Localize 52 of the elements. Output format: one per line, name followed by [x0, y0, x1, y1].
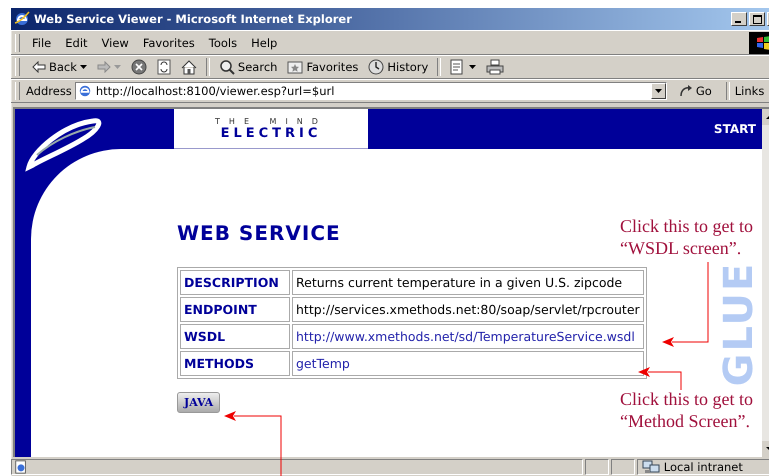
maximize-button[interactable] — [749, 12, 765, 26]
star-folder-icon — [287, 60, 304, 74]
clock-icon — [368, 59, 384, 75]
caret-icon — [654, 89, 662, 93]
table-cell: http://services.xmethods.net:80/soap/servlet/rpcrouter — [292, 297, 644, 322]
menu-item[interactable]: Edit — [59, 36, 96, 50]
page-heading: WEB SERVICE — [177, 221, 341, 245]
link[interactable]: http://www.xmethods.net/sd/TemperatureService.wsdl — [296, 329, 635, 344]
caret-icon — [469, 65, 476, 69]
search-button[interactable]: Search — [214, 58, 282, 76]
field-label: WSDL — [180, 324, 290, 349]
field-label: METHODS — [180, 351, 290, 376]
back-arrow-icon — [32, 61, 46, 73]
status-pane — [584, 459, 609, 475]
forward-arrow-icon — [96, 61, 111, 73]
menu-item[interactable]: View — [96, 36, 137, 50]
table-cell: Returns current temperature in a given U.S. zipcode — [292, 270, 644, 295]
field-label: DESCRIPTION — [180, 270, 290, 295]
links-button[interactable]: Links — [734, 84, 764, 98]
start-link[interactable]: START — [714, 122, 756, 136]
java-button[interactable]: JAVA — [177, 392, 220, 413]
logo-text: ELECTRIC — [220, 126, 322, 140]
menu-item[interactable]: Tools — [202, 36, 246, 50]
favorites-button[interactable]: Favorites — [283, 59, 362, 75]
link[interactable]: getTemp — [296, 356, 350, 371]
leader-line — [638, 367, 682, 390]
browser-icon — [14, 11, 30, 27]
go-arrow-icon — [678, 84, 693, 98]
zone-label: Local intranet — [664, 460, 743, 474]
page-icon — [78, 84, 92, 98]
menu-item[interactable]: File — [26, 36, 60, 50]
caret-icon — [114, 65, 121, 69]
callout-text: Click this to get to “Method Screen”. — [620, 388, 753, 432]
status-pane — [610, 459, 635, 475]
dropdown-button[interactable] — [650, 83, 666, 99]
callout-text: Click this to get to “WSDL screen”. — [620, 215, 753, 259]
watermark-text: GLUE — [723, 262, 755, 386]
menu-item[interactable]: Favorites — [136, 36, 203, 50]
history-button[interactable]: History — [364, 58, 432, 76]
address-field[interactable]: http://localhost:8100/viewer.esp?url=$url — [74, 82, 667, 100]
window-title: Web Service Viewer - Microsoft Internet Explorer — [34, 12, 352, 26]
leader-line — [224, 411, 282, 476]
minimize-button[interactable] — [731, 12, 747, 26]
back-button[interactable]: Back — [28, 59, 91, 75]
go-button[interactable]: Go — [674, 83, 716, 99]
menu-item[interactable]: Help — [245, 36, 286, 50]
address-label: Address — [26, 84, 72, 98]
caret-icon — [80, 65, 87, 69]
search-icon — [218, 59, 235, 75]
field-label: ENDPOINT — [180, 297, 290, 322]
logo-text: THE MIND — [215, 116, 327, 126]
maximize-icon — [752, 14, 762, 24]
